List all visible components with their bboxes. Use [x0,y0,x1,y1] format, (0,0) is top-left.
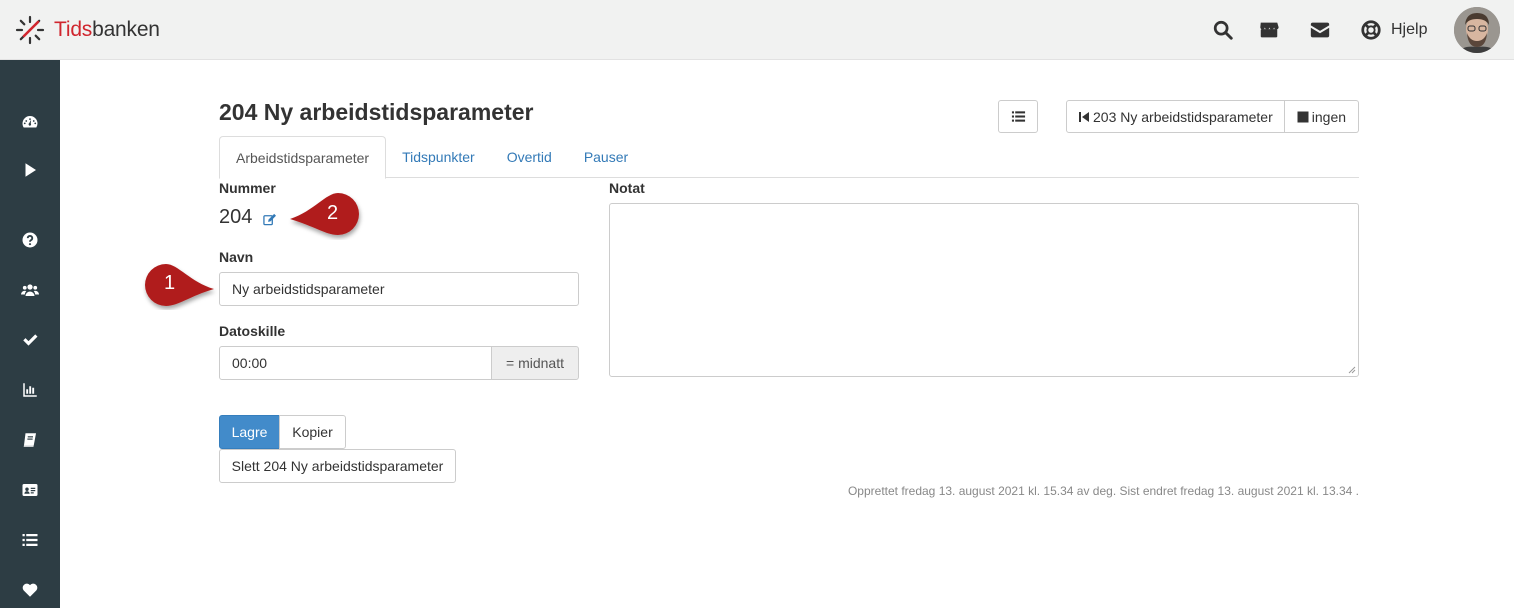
mail-icon[interactable] [1308,18,1332,42]
top-bar: Tidsbanken Hjelp [0,0,1514,60]
callout-2-number: 2 [327,202,339,224]
logo-text: Tidsbanken [54,18,160,41]
search-icon[interactable] [1211,18,1235,42]
heart-icon[interactable] [18,578,42,602]
list-view-button[interactable] [998,100,1038,133]
help-label: Hjelp [1391,21,1428,38]
question-icon[interactable] [18,228,42,252]
avatar[interactable] [1454,7,1500,53]
logo[interactable]: Tidsbanken [14,14,160,46]
tab-bar: Arbeidstidsparameter Tidspunkter Overtid… [219,136,1359,179]
date-split-input[interactable]: 00:00 [219,346,492,380]
edit-icon[interactable] [263,213,276,226]
dashboard-icon[interactable] [18,110,42,134]
logo-icon [15,15,45,45]
number-label: Nummer [219,180,276,196]
tab-tidspunkter[interactable]: Tidspunkter [386,136,491,178]
record-navigation: 203 Ny arbeidstidsparameter ingen [1066,100,1360,133]
name-label: Navn [219,249,254,265]
resize-grip-icon[interactable] [1348,366,1356,374]
note-label: Notat [609,180,645,196]
copy-button[interactable]: Kopier [279,415,346,449]
number-value: 204 [219,206,253,228]
list-icon [1011,111,1025,122]
help-link[interactable]: Hjelp [1359,18,1427,42]
tab-pauser[interactable]: Pauser [568,136,644,178]
callout-2: 2 [286,188,366,240]
name-input[interactable]: Ny arbeidstidsparameter [219,272,579,306]
audit-info: Opprettet fredag 13. august 2021 kl. 15.… [847,484,1359,498]
next-record-label: ingen [1311,108,1347,125]
users-icon[interactable] [18,278,42,302]
callout-1-number: 1 [164,272,176,294]
tab-overtid[interactable]: Overtid [491,136,568,178]
book-icon[interactable] [18,428,42,452]
step-backward-icon [1079,111,1089,122]
bar-chart-icon[interactable] [18,378,42,402]
date-split-addon: = midnatt [491,346,579,380]
lifebuoy-icon [1359,18,1383,42]
id-card-icon[interactable] [18,478,42,502]
delete-button[interactable]: Slett 204 Ny arbeidstidsparameter [219,449,456,483]
list-icon[interactable] [18,528,42,552]
date-split-label: Datoskille [219,323,286,339]
stop-icon [1297,111,1309,122]
note-textarea[interactable] [609,203,1359,377]
previous-record-button[interactable]: 203 Ny arbeidstidsparameter [1066,100,1285,133]
check-icon[interactable] [18,328,42,352]
sidebar [0,60,60,608]
previous-record-label: 203 Ny arbeidstidsparameter [1093,108,1273,125]
store-icon[interactable] [1257,18,1281,42]
play-icon[interactable] [18,158,42,182]
page-title: 204 Ny arbeidstidsparameter [219,99,534,125]
next-record-button[interactable]: ingen [1284,100,1360,133]
save-button[interactable]: Lagre [219,415,280,449]
tab-arbeidstidsparameter[interactable]: Arbeidstidsparameter [219,136,387,179]
callout-1: 1 [138,260,218,310]
